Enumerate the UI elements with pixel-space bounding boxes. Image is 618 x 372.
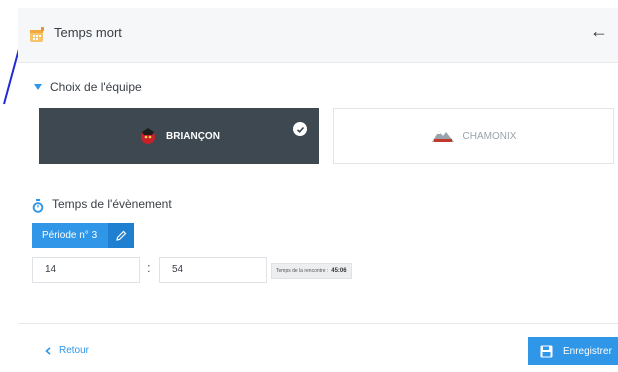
team-name: CHAMONIX — [462, 130, 517, 142]
chamonix-logo — [431, 131, 454, 142]
match-time-value: 45:06 — [331, 268, 347, 274]
chevron-left-icon — [45, 346, 51, 355]
check-icon — [293, 122, 307, 136]
back-label: Retour — [59, 345, 90, 356]
page-header: Temps mort ← — [18, 8, 618, 63]
chevron-down-icon[interactable] — [34, 84, 42, 90]
footer-divider — [18, 323, 618, 324]
page-title: Temps mort — [54, 25, 122, 40]
minutes-input[interactable]: 14 — [32, 257, 140, 283]
team-name: BRIANÇON — [166, 130, 220, 142]
pencil-icon[interactable] — [107, 223, 134, 248]
stopwatch-icon — [32, 199, 44, 213]
calendar-icon — [30, 27, 44, 42]
match-time-badge: Temps de la rencontre : 45:06 — [271, 263, 352, 279]
seconds-input[interactable]: 54 — [159, 257, 267, 283]
period-label: Période n° 3 — [42, 230, 98, 241]
back-button[interactable]: Retour — [45, 345, 89, 356]
save-label: Enregistrer — [563, 345, 612, 357]
period-button[interactable]: Période n° 3 — [32, 223, 134, 248]
save-button[interactable]: Enregistrer — [528, 337, 618, 365]
team-card-chamonix[interactable]: CHAMONIX — [333, 108, 614, 164]
time-separator: : — [147, 260, 151, 275]
team-section-title: Choix de l'équipe — [50, 80, 142, 94]
briancon-logo — [141, 128, 156, 144]
match-time-label: Temps de la rencontre : — [276, 268, 329, 274]
floppy-disk-icon — [540, 345, 553, 357]
time-section-title: Temps de l'évènement — [52, 197, 172, 211]
team-card-briancon[interactable]: BRIANÇON — [39, 108, 319, 164]
arrow-left-icon[interactable]: ← — [590, 21, 608, 41]
